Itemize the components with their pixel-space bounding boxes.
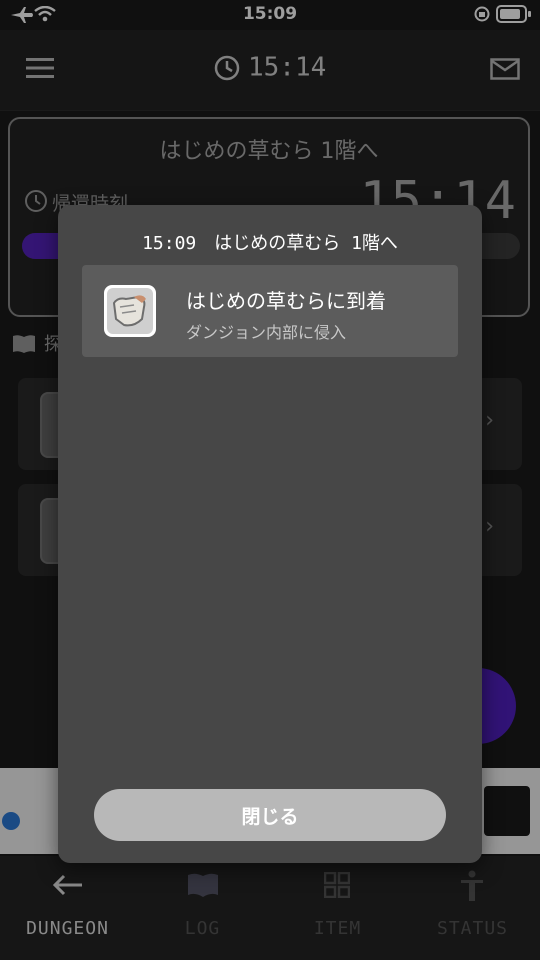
log-entry-subtitle: ダンジョン内部に侵入 xyxy=(186,323,347,342)
close-button[interactable]: 閉じる xyxy=(94,789,446,841)
log-entry: はじめの草むらに到着 ダンジョン内部に侵入 xyxy=(82,265,458,357)
glove-icon xyxy=(104,285,156,337)
modal-title: 15:09 はじめの草むら 1階へ xyxy=(142,233,398,254)
log-modal: 15:09 はじめの草むら 1階へ はじめの草むらに到着 ダンジョン内部に侵入 … xyxy=(58,205,482,863)
log-entry-title: はじめの草むらに到着 xyxy=(186,289,386,313)
